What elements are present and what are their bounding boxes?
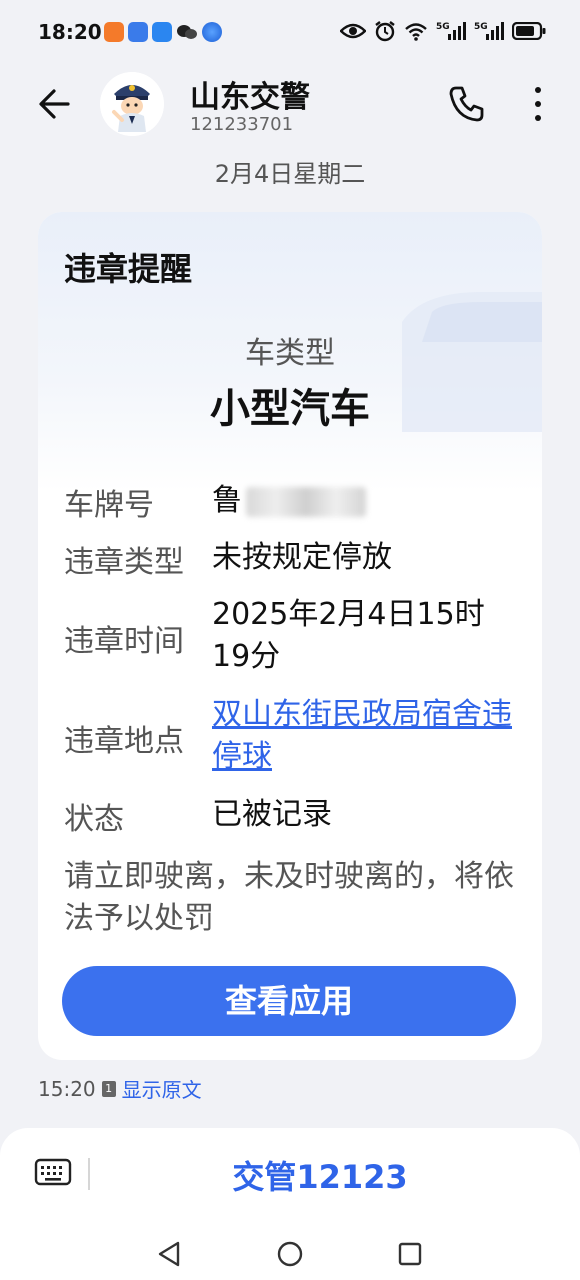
violation-time-label: 违章时间 bbox=[64, 624, 184, 659]
app-notification-icon bbox=[128, 22, 148, 42]
svg-text:5G: 5G bbox=[474, 22, 488, 32]
more-options-button[interactable] bbox=[524, 82, 552, 126]
status-value: 已被记录 bbox=[212, 797, 332, 832]
wifi-icon bbox=[404, 21, 428, 45]
message-meta: 15:20 1 显示原文 bbox=[38, 1074, 202, 1103]
arrow-left-icon bbox=[39, 89, 70, 119]
square-recents-icon bbox=[398, 1242, 422, 1266]
violation-time-value: 2025年2月4日15时19分 bbox=[212, 597, 485, 674]
app-notification-icon bbox=[202, 22, 222, 42]
violation-card[interactable]: 违章提醒 车类型 小型汽车 车牌号 鲁 违章类型 未按规定停放 违章时间 202… bbox=[38, 212, 542, 1060]
play-notification-icon bbox=[152, 22, 172, 42]
signal-5g-icon: 5G bbox=[436, 20, 466, 46]
menu-divider bbox=[88, 1158, 90, 1190]
violation-location-link[interactable]: 双山东街民政局宿舍违停球 bbox=[212, 694, 522, 778]
vehicle-type-value: 小型汽车 bbox=[210, 386, 370, 432]
nav-recents-button[interactable] bbox=[390, 1234, 430, 1274]
plate-prefix: 鲁 bbox=[212, 483, 242, 518]
plate-label: 车牌号 bbox=[64, 488, 154, 523]
violation-type-value: 未按规定停放 bbox=[212, 540, 392, 575]
alarm-icon bbox=[374, 20, 396, 46]
back-button[interactable] bbox=[34, 82, 78, 126]
vehicle-type-label: 车类型 bbox=[245, 336, 335, 371]
show-original-link[interactable]: 显示原文 bbox=[122, 1074, 202, 1103]
police-avatar-icon bbox=[100, 72, 164, 136]
keyboard-icon bbox=[34, 1158, 72, 1186]
nav-home-button[interactable] bbox=[270, 1234, 310, 1274]
notification-icons bbox=[104, 22, 222, 46]
keyboard-toggle-button[interactable] bbox=[34, 1156, 72, 1188]
status-label: 状态 bbox=[64, 802, 124, 837]
notice-text: 请立即驶离，未及时驶离的，将依法予以处罚 bbox=[64, 859, 514, 936]
phone-icon bbox=[449, 86, 484, 122]
status-icons: 5G 5G bbox=[339, 20, 546, 46]
violation-type-label: 违章类型 bbox=[64, 545, 184, 580]
eye-icon bbox=[339, 22, 367, 44]
app-notification-icon bbox=[104, 22, 124, 42]
plate-redacted bbox=[246, 486, 366, 517]
svg-text:5G: 5G bbox=[436, 22, 450, 32]
circle-home-icon bbox=[277, 1241, 303, 1267]
more-vertical-icon bbox=[535, 87, 541, 121]
conversation-header: 山东交警 121233701 bbox=[0, 66, 580, 146]
signal-5g-icon: 5G bbox=[474, 20, 504, 46]
card-title: 违章提醒 bbox=[64, 250, 193, 288]
system-navigation-bar bbox=[0, 1228, 580, 1280]
plate-value: 鲁 bbox=[212, 480, 522, 522]
menu-item-jiaoguan[interactable]: 交管12123 bbox=[100, 1152, 540, 1198]
status-time: 18:20 bbox=[38, 20, 102, 44]
violation-location-label: 违章地点 bbox=[64, 724, 184, 759]
contact-name: 山东交警 bbox=[190, 80, 310, 115]
call-button[interactable] bbox=[444, 82, 488, 126]
date-separator: 2月4日星期二 bbox=[214, 160, 366, 188]
battery-icon bbox=[511, 21, 546, 44]
message-time: 15:20 bbox=[38, 1076, 96, 1101]
view-app-button[interactable]: 查看应用 bbox=[62, 966, 516, 1036]
wechat-icon bbox=[176, 22, 198, 46]
triangle-back-icon bbox=[158, 1241, 180, 1267]
avatar[interactable] bbox=[100, 72, 164, 136]
contact-number: 121233701 bbox=[190, 114, 294, 135]
nav-back-button[interactable] bbox=[150, 1234, 190, 1274]
status-bar: 18:20 5G 5G bbox=[0, 0, 580, 66]
service-menu-bar: 交管12123 bbox=[0, 1128, 580, 1228]
sim-card-icon: 1 bbox=[101, 1080, 116, 1097]
